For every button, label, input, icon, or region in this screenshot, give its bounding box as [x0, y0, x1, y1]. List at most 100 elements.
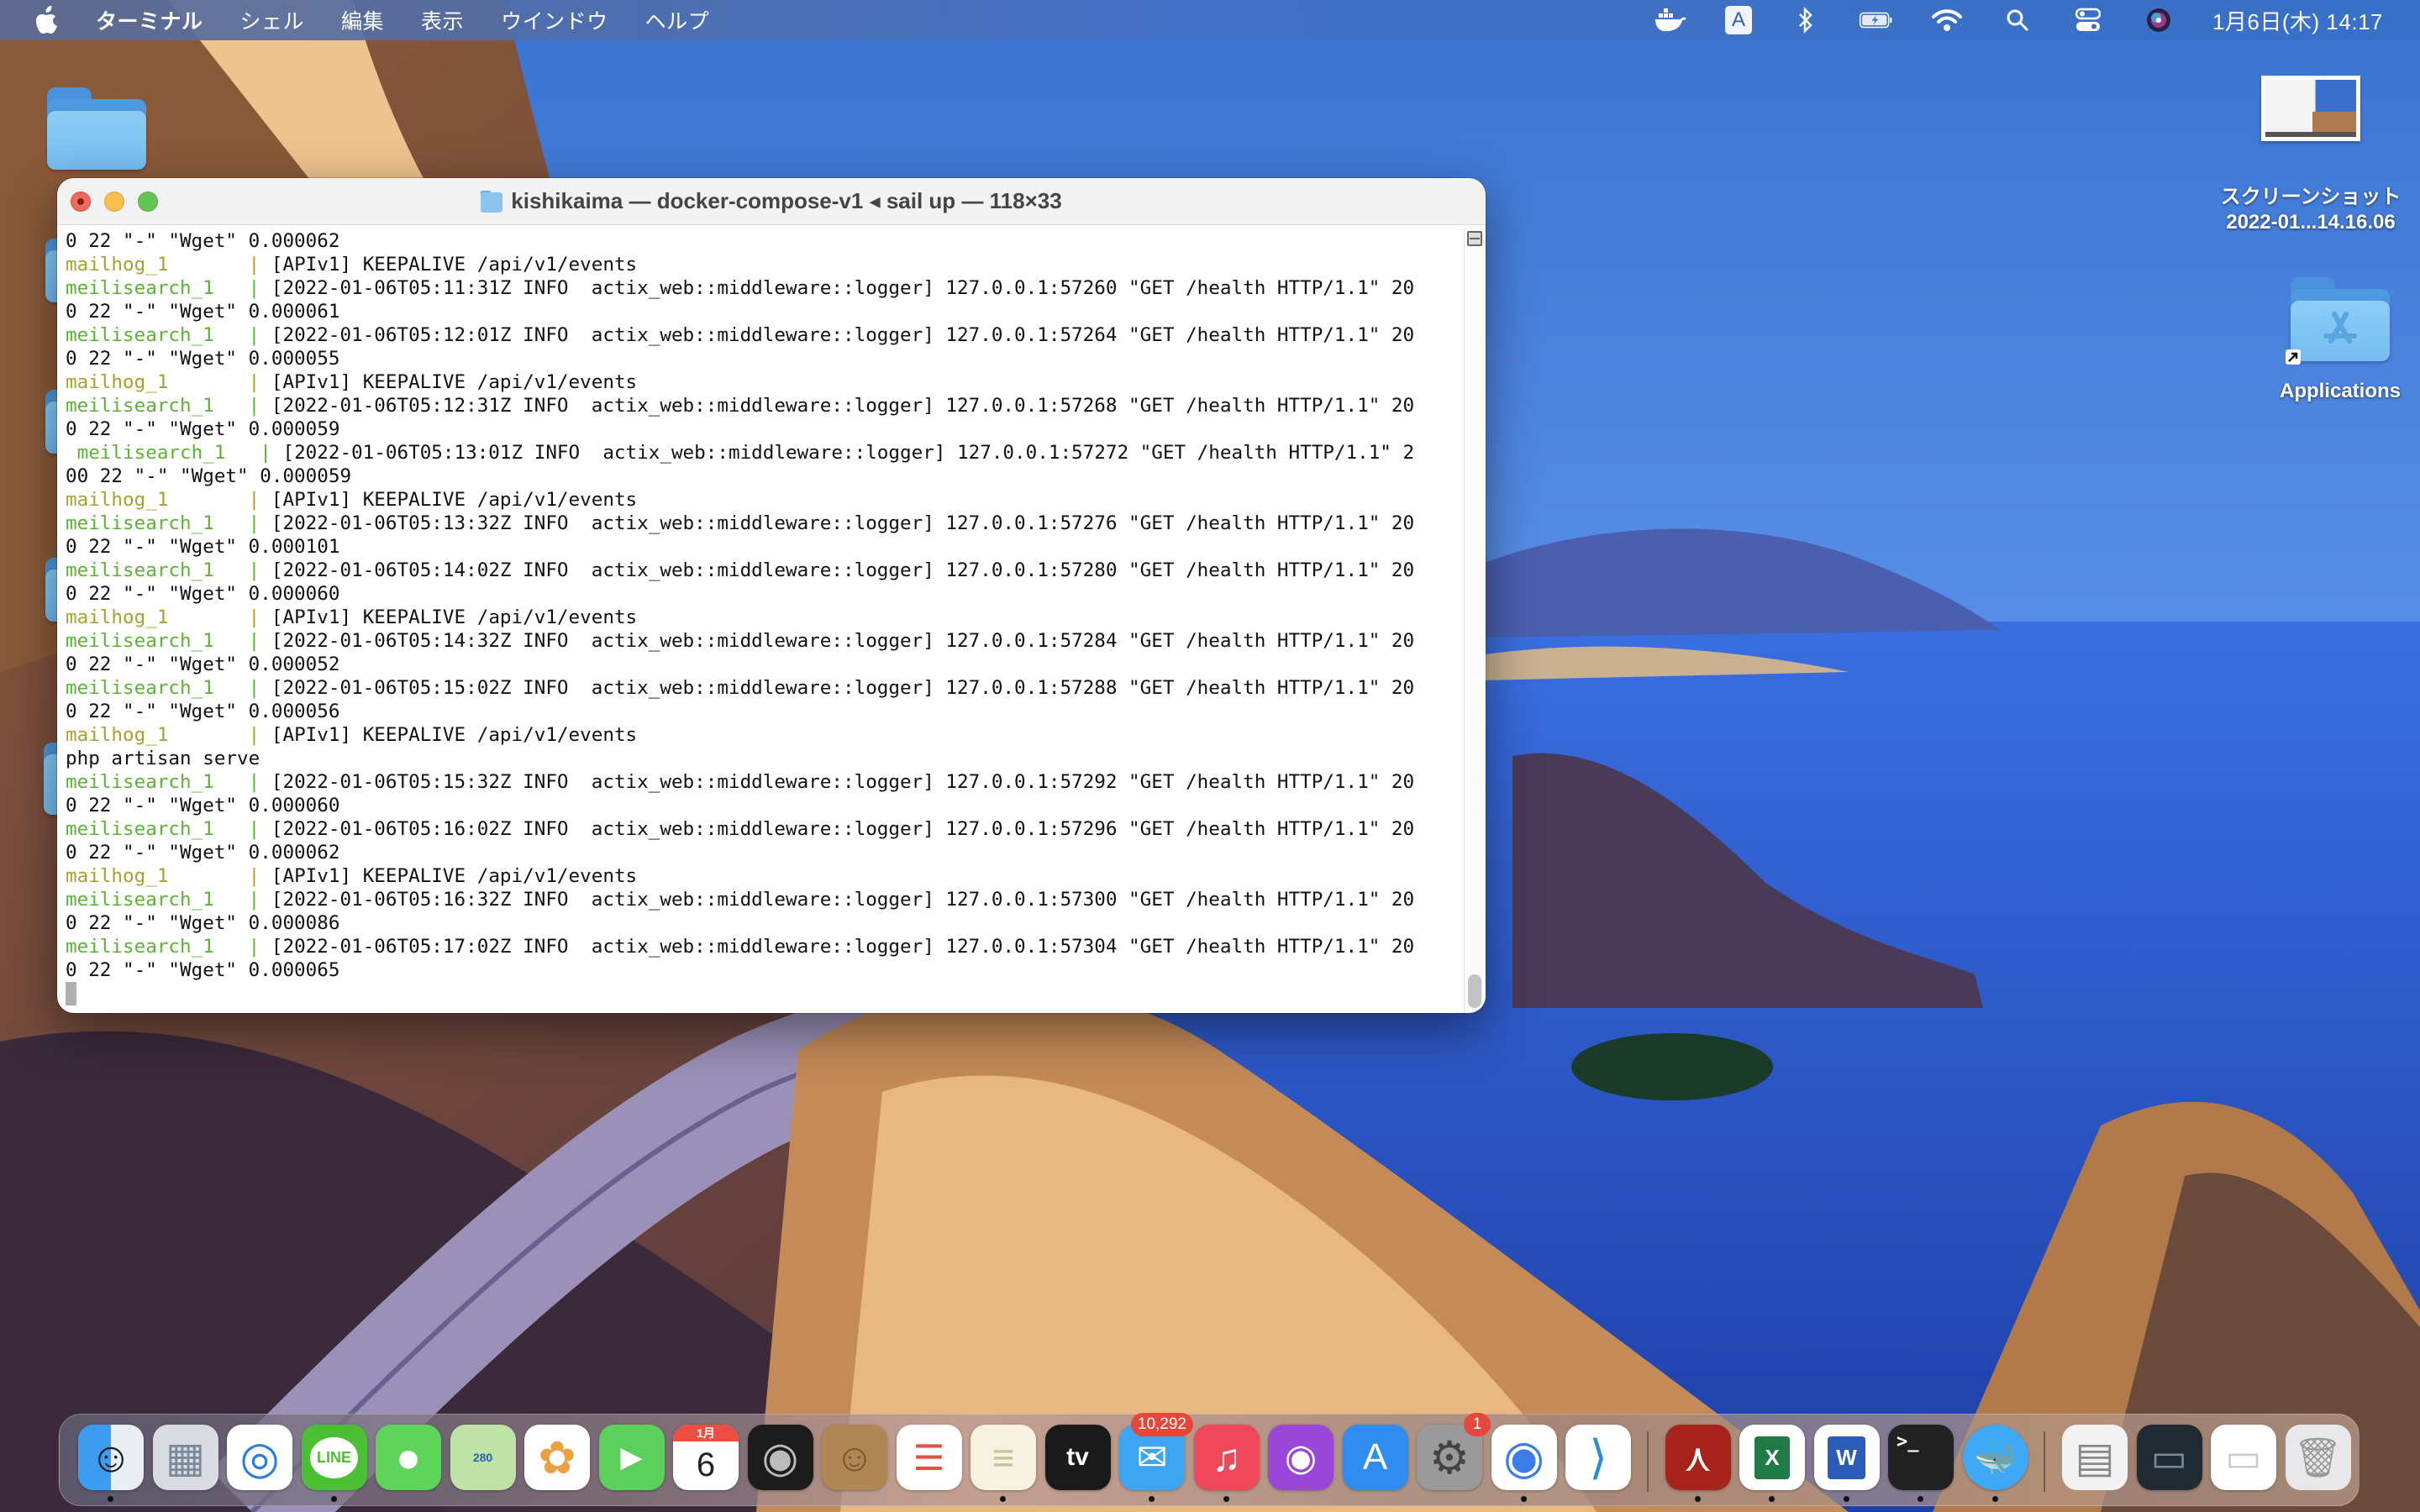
calendar-icon: 1月 6 [673, 1425, 739, 1490]
menu-window[interactable]: ウインドウ [501, 5, 608, 35]
vertical-scrollbar[interactable] [1464, 226, 1486, 1013]
docker-icon[interactable] [1655, 5, 1688, 35]
dock-item-music[interactable]: ♫ [1193, 1425, 1260, 1490]
dock-item-app-store[interactable]: A [1342, 1425, 1408, 1490]
dock-item-terminal[interactable]: >_ [1888, 1425, 1954, 1490]
dock-item-trash[interactable]: 🗑 [2285, 1425, 2351, 1490]
split-pane-icon[interactable] [1467, 231, 1482, 246]
system-preferences-glyph: ⚙ [1428, 1432, 1470, 1483]
menu-help[interactable]: ヘルプ [645, 5, 710, 35]
dock-item-mail[interactable]: ✉ 10,292 [1119, 1413, 1193, 1490]
service-separator: | [248, 489, 260, 511]
service-separator: | [248, 254, 260, 276]
bluetooth-icon[interactable] [1789, 5, 1823, 35]
dock-item-calendar[interactable]: 1月 6 [673, 1425, 739, 1490]
close-window-button[interactable] [71, 192, 91, 212]
dock-item-system-preferences[interactable]: ⚙ 1 [1417, 1413, 1491, 1490]
siri-icon[interactable] [2142, 5, 2175, 35]
dock-item-vscode[interactable]: ⟩ [1565, 1425, 1631, 1490]
dock-item-finder[interactable]: ☺ [78, 1425, 144, 1490]
spotlight-search-icon[interactable] [2001, 5, 2034, 35]
terminal-line: meilisearch_1 | [2022-01-06T05:15:32Z IN… [66, 770, 1464, 794]
dock-item-apple-tv[interactable]: tv [1044, 1425, 1111, 1490]
terminal-line: mailhog_1 | [APIv1] KEEPALIVE /api/v1/ev… [66, 606, 1464, 629]
log-text: 0 22 "-" "Wget" 0.000086 [66, 912, 340, 934]
wifi-icon[interactable] [1930, 5, 1964, 35]
text-cursor [66, 982, 76, 1005]
menu-view[interactable]: 表示 [421, 5, 464, 35]
terminal-line: mailhog_1 | [APIv1] KEEPALIVE /api/v1/ev… [66, 253, 1464, 276]
dock-separator [2044, 1431, 2045, 1492]
service-name: mailhog_1 [66, 865, 249, 887]
docker-window-icon: ▭ [2211, 1425, 2276, 1490]
terminal-icon: >_ [1888, 1425, 1954, 1490]
dock-item-messages[interactable]: ● [376, 1425, 441, 1490]
terminal-output[interactable]: 0 22 "-" "Wget" 0.000062 mailhog_1 | [API… [57, 226, 1464, 1013]
control-center-icon[interactable] [2071, 5, 2105, 35]
terminal-line: 0 22 "-" "Wget" 0.000059 [66, 417, 1464, 441]
dock-item-photos[interactable]: ✿ [524, 1425, 590, 1490]
dock-item-notes[interactable]: ≡ [971, 1425, 1036, 1490]
launchpad-icon: ▦ [153, 1425, 218, 1490]
dock-item-documents-stack[interactable]: ▤ [2062, 1425, 2128, 1490]
service-name: mailhog_1 [66, 724, 249, 746]
terminal-window: kishikaima — docker-compose-v1 ◂ sail up… [57, 178, 1486, 1013]
input-source-icon[interactable]: A [1724, 6, 1752, 34]
menu-bar-clock[interactable]: 1月6日(木) 14:17 [2212, 5, 2383, 36]
desktop-folder[interactable] [47, 87, 146, 170]
excel-label: X [1754, 1436, 1790, 1479]
service-name: mailhog_1 [66, 489, 249, 511]
log-text: [2022-01-06T05:15:32Z INFO actix_web::mi… [260, 771, 1415, 793]
desktop-screenshot-file[interactable]: スクリーンショット 2022-01...14.16.06 [2202, 76, 2420, 235]
folder-icon [481, 190, 503, 213]
dock-item-contacts[interactable]: ☺ [822, 1425, 887, 1490]
dock-item-logic-pro[interactable]: ◉ [747, 1425, 813, 1490]
dock-item-acrobat[interactable]: ⋏ [1665, 1425, 1731, 1490]
dock-item-maps[interactable]: 280 [450, 1425, 516, 1490]
dock-item-facetime[interactable]: ▶ [598, 1425, 665, 1490]
menu-app-terminal[interactable]: ターミナル [96, 5, 203, 35]
log-text: 0 22 "-" "Wget" 0.000056 [66, 701, 340, 722]
terminal-line: 0 22 "-" "Wget" 0.000065 [66, 958, 1464, 982]
photos-icon: ✿ [524, 1425, 590, 1490]
alias-arrow-icon [2286, 349, 2301, 365]
dock-item-safari[interactable]: ◎ [227, 1425, 292, 1490]
logic-pro-glyph: ◉ [761, 1434, 799, 1481]
running-indicator [1918, 1496, 1923, 1502]
dock-item-excel[interactable]: X [1739, 1425, 1805, 1490]
zoom-window-button[interactable] [138, 192, 158, 212]
documents-stack-glyph: ▤ [2075, 1434, 2115, 1481]
battery-charging-icon[interactable] [1859, 5, 1893, 35]
terminal-line: meilisearch_1 | [2022-01-06T05:16:02Z IN… [66, 817, 1464, 841]
dock-item-reminders[interactable]: ☰ [896, 1425, 962, 1490]
apple-menu-icon[interactable] [34, 3, 62, 37]
running-indicator [1520, 1496, 1527, 1502]
service-name: meilisearch_1 [66, 818, 249, 840]
dock-item-docker-dashboard-window[interactable]: ▭ [2136, 1425, 2202, 1490]
terminal-line: 0 22 "-" "Wget" 0.000052 [66, 653, 1464, 676]
dock-item-podcasts[interactable]: ◉ [1268, 1425, 1334, 1490]
running-indicator [1149, 1496, 1155, 1502]
window-title-bar[interactable]: kishikaima — docker-compose-v1 ◂ sail up… [57, 178, 1486, 225]
dock-item-line[interactable]: LINE [301, 1425, 367, 1490]
service-separator: | [248, 606, 260, 628]
dock-item-docker-window[interactable]: ▭ [2211, 1425, 2276, 1490]
dock-item-chrome[interactable]: ◉ [1491, 1425, 1557, 1490]
minimize-window-button[interactable] [104, 192, 124, 212]
dock-item-word[interactable]: W [1813, 1425, 1880, 1490]
acrobat-glyph: ⋏ [1683, 1436, 1712, 1479]
menu-shell[interactable]: シェル [240, 5, 305, 35]
service-separator: | [248, 771, 260, 793]
desktop-applications-alias[interactable]: Applications [2252, 277, 2420, 403]
service-name: meilisearch_1 [66, 936, 249, 958]
service-separator: | [248, 724, 260, 746]
dock-item-docker[interactable]: 🐳 [1962, 1425, 2028, 1490]
menu-edit[interactable]: 編集 [341, 5, 384, 35]
service-name: meilisearch_1 [66, 512, 249, 534]
service-name: meilisearch_1 [66, 442, 260, 464]
dock-item-launchpad[interactable]: ▦ [152, 1425, 218, 1490]
terminal-line: meilisearch_1 | [2022-01-06T05:12:31Z IN… [66, 394, 1464, 417]
reminders-glyph: ☰ [913, 1437, 945, 1478]
scrollbar-thumb[interactable] [1468, 974, 1481, 1008]
notes-icon: ≡ [971, 1425, 1036, 1490]
